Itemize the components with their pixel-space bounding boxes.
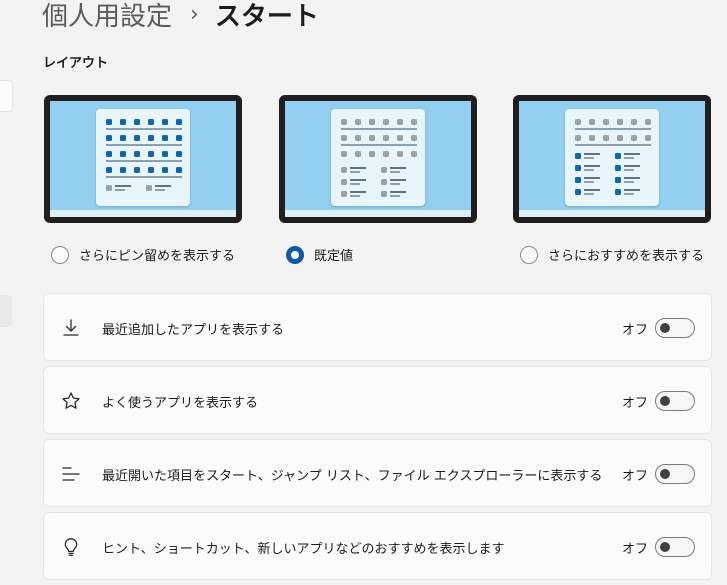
setting-label: よく使うアプリを表示する [102, 396, 259, 411]
radio-option-more-recommendations[interactable]: さらにおすすめを表示する [520, 245, 704, 264]
toggle-state-label: オフ [622, 469, 649, 484]
lightbulb-icon [64, 538, 78, 556]
setting-row-recent-items[interactable]: 最近開いた項目をスタート、ジャンプ リスト、ファイル エクスプローラーに表示する… [43, 439, 712, 507]
toggle-knob [660, 323, 670, 333]
taskbar-preview [285, 210, 471, 217]
layout-more-recommendations-preview[interactable] [513, 95, 711, 223]
start-menu-preview [96, 109, 190, 206]
setting-label: ヒント、ショートカット、新しいアプリなどのおすすめを表示します [102, 542, 505, 557]
chevron-right-icon: › [190, 1, 199, 27]
page-title: スタート [214, 1, 319, 32]
toggle-state-label: オフ [622, 396, 649, 411]
layout-more-pins-preview[interactable] [44, 95, 242, 223]
star-icon [62, 392, 80, 409]
setting-row-recommendations[interactable]: ヒント、ショートカット、新しいアプリなどのおすすめを表示します オフ [43, 512, 712, 580]
radio-label-more-pins: さらにピン留めを表示する [79, 249, 236, 264]
toggle-state-label: オフ [622, 323, 649, 338]
nav-search-edge[interactable] [0, 80, 13, 112]
recently-added-apps-toggle[interactable] [655, 318, 695, 338]
toggle-knob [660, 542, 670, 552]
preview-screen [50, 101, 236, 217]
download-icon [63, 319, 79, 336]
toggle-state-label: オフ [622, 542, 649, 557]
recent-list-icon [62, 467, 80, 481]
preview-screen [285, 101, 471, 217]
breadcrumb: 個人用設定 › スタート [42, 0, 319, 34]
setting-label: 最近追加したアプリを表示する [102, 323, 285, 338]
radio-unchecked-icon[interactable] [520, 245, 538, 264]
setting-label: 最近開いた項目をスタート、ジャンプ リスト、ファイル エクスプローラーに表示する [102, 469, 603, 484]
radio-label-more-recommendations: さらにおすすめを表示する [548, 249, 705, 264]
layout-section-title: レイアウト [43, 56, 109, 71]
radio-option-more-pins[interactable]: さらにピン留めを表示する [51, 245, 235, 264]
toggle-knob [660, 396, 670, 406]
radio-label-default: 既定値 [314, 249, 354, 264]
recent-items-toggle[interactable] [655, 464, 695, 484]
radio-checked-icon[interactable] [286, 245, 304, 264]
setting-row-most-used-apps[interactable]: よく使うアプリを表示する オフ [43, 366, 712, 434]
breadcrumb-parent[interactable]: 個人用設定 [42, 0, 172, 33]
taskbar-preview [50, 210, 236, 217]
recommendations-toggle[interactable] [655, 537, 695, 557]
taskbar-preview [519, 210, 705, 217]
most-used-apps-toggle[interactable] [655, 391, 695, 411]
start-menu-preview [565, 109, 659, 206]
nav-selected-edge[interactable] [0, 295, 12, 327]
layout-default-preview[interactable] [279, 95, 477, 223]
start-menu-preview [331, 109, 425, 206]
preview-screen [519, 101, 705, 217]
radio-unchecked-icon[interactable] [51, 245, 69, 264]
radio-option-default[interactable]: 既定値 [286, 245, 353, 264]
toggle-knob [660, 469, 670, 479]
setting-row-recently-added-apps[interactable]: 最近追加したアプリを表示する オフ [43, 293, 712, 361]
